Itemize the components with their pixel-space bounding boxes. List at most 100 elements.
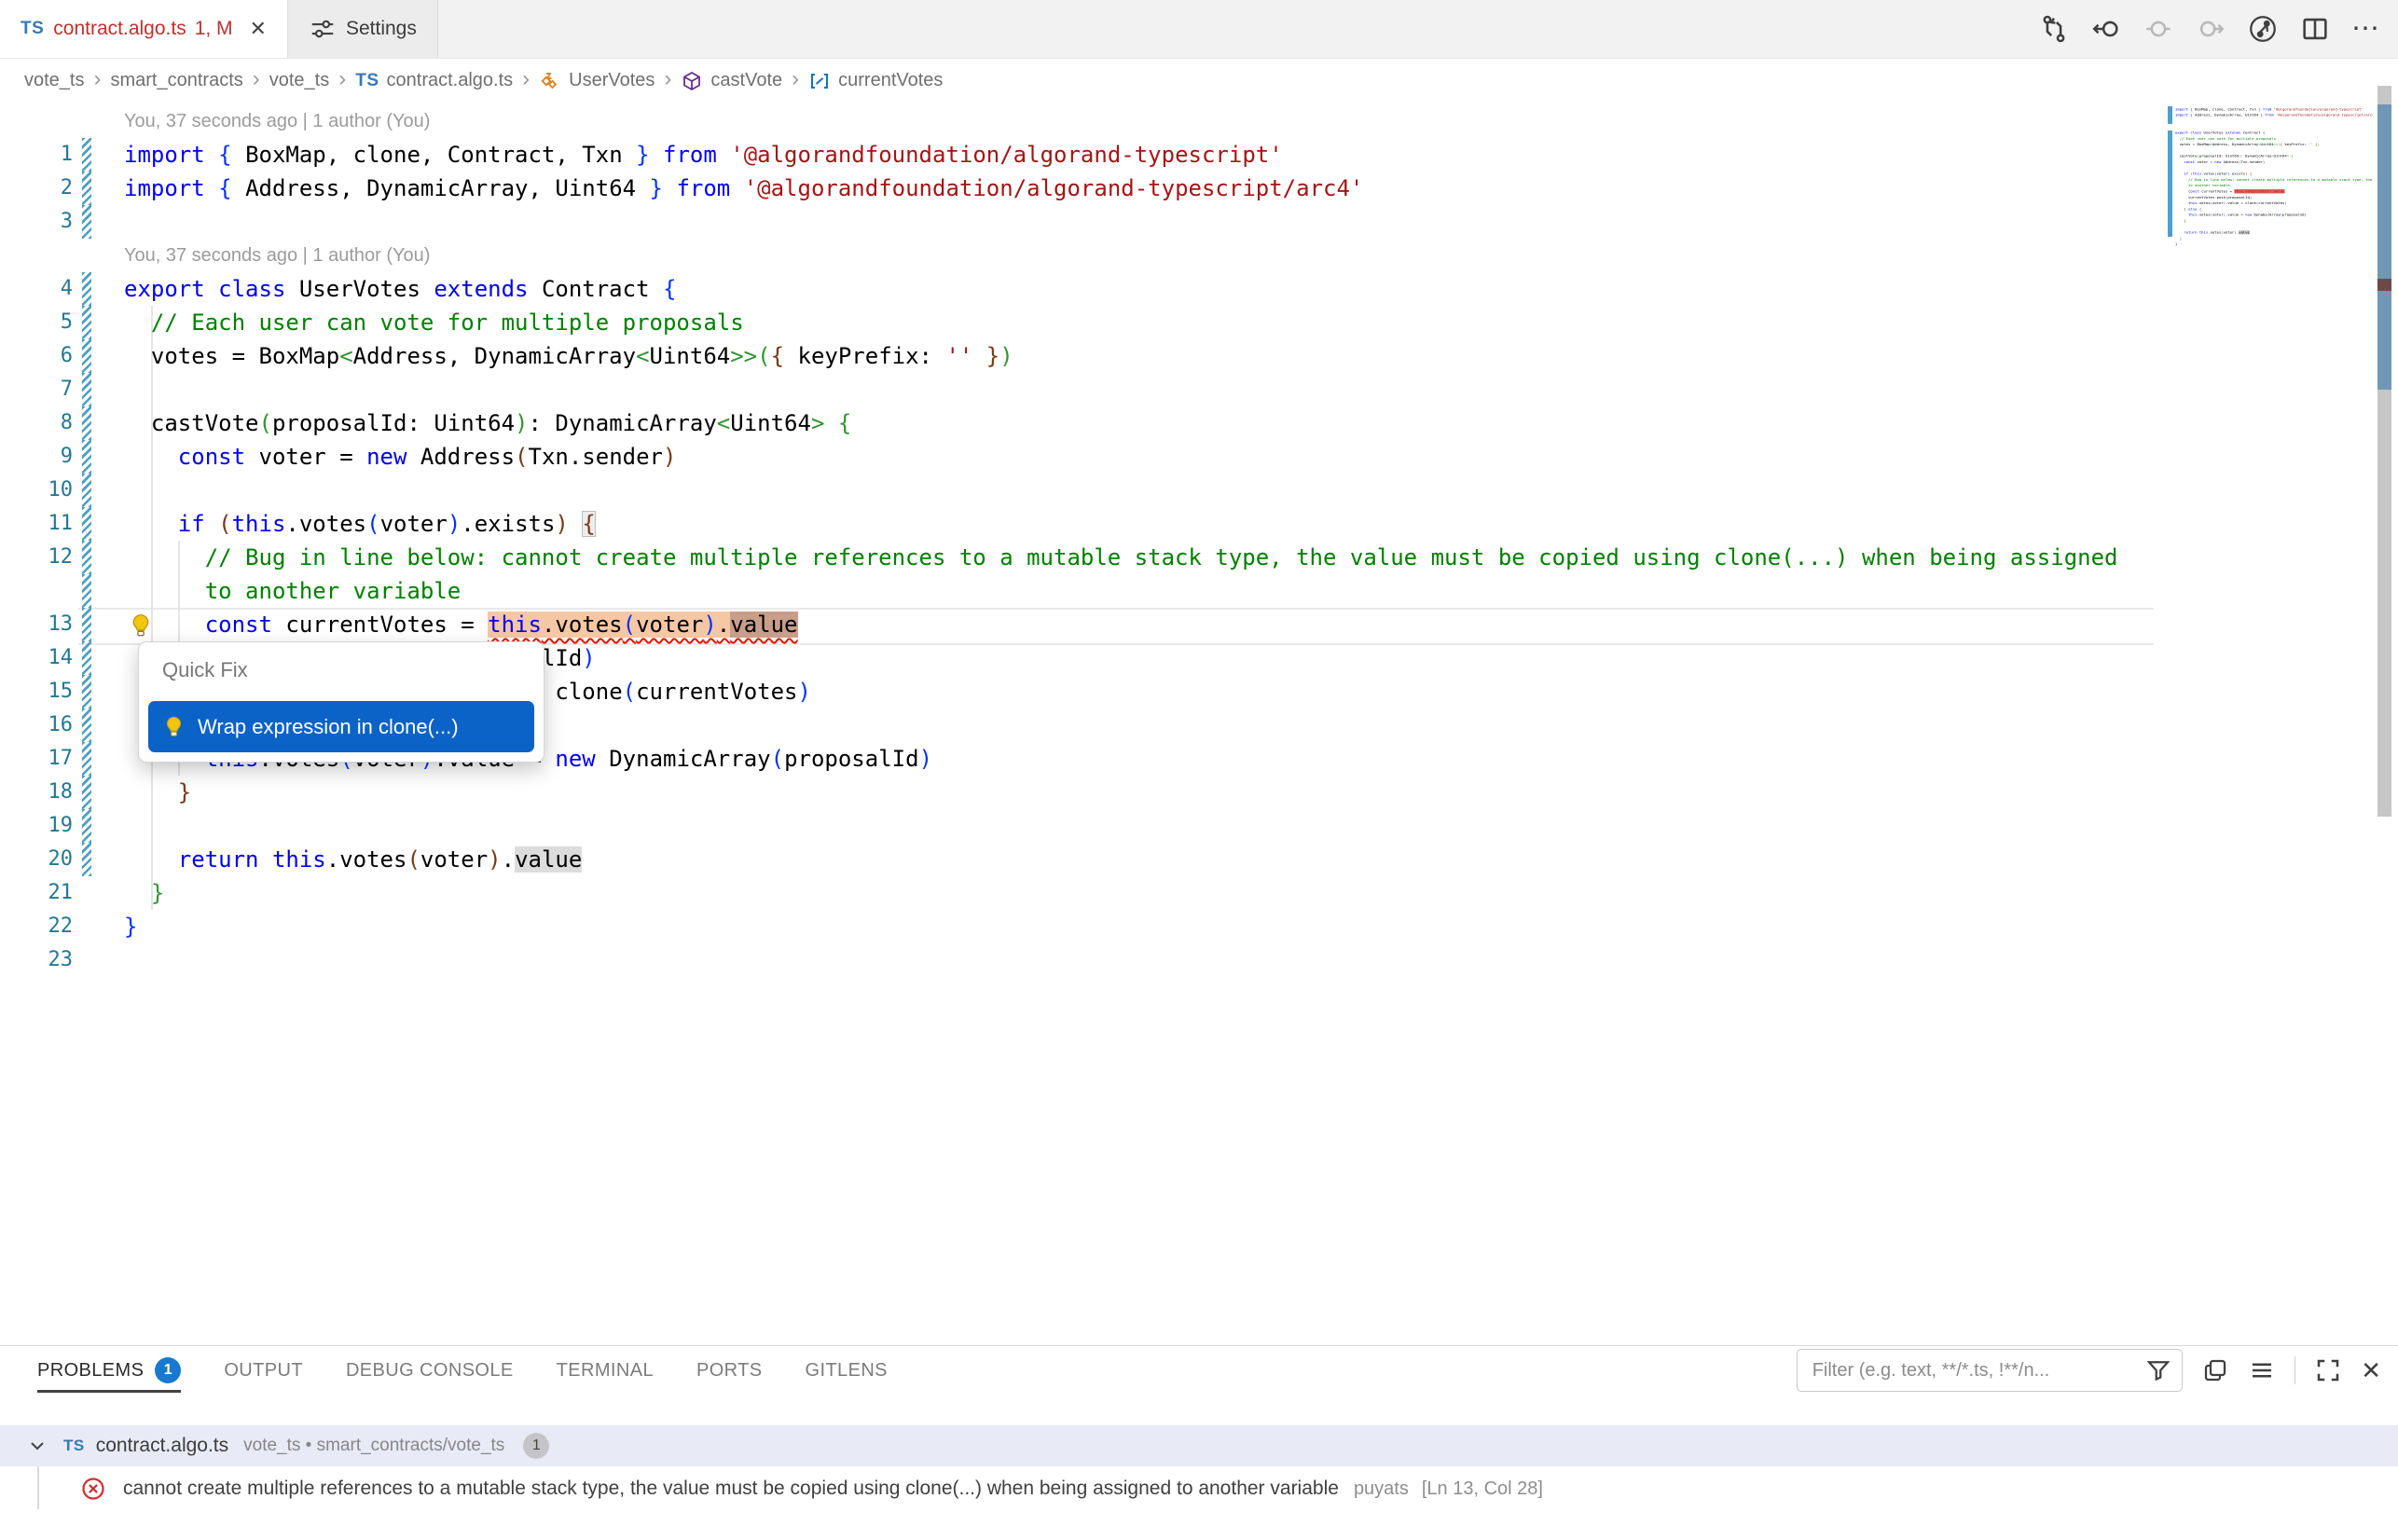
modified-gutter-indicator [82, 574, 91, 608]
tab-contract-algo-ts[interactable]: TS contract.algo.ts 1, M ✕ [0, 0, 288, 58]
close-panel-icon[interactable]: ✕ [2361, 1356, 2381, 1384]
line-number: 19 [0, 809, 73, 843]
tab-gitlens[interactable]: GITLENS [806, 1346, 888, 1395]
line-number: 3 [0, 205, 73, 239]
bottom-panel: PROBLEMS 1 OUTPUT DEBUG CONSOLE TERMINAL… [0, 1345, 2398, 1540]
line-number: 17 [0, 742, 73, 776]
scrollbar-slider[interactable] [2377, 104, 2391, 390]
minimap[interactable]: You, 37 seconds ago | 1 author (You)1imp… [2175, 101, 2373, 287]
code-line: 18 } [0, 776, 2172, 809]
panel-tab-bar: PROBLEMS 1 OUTPUT DEBUG CONSOLE TERMINAL… [37, 1346, 888, 1395]
settings-tab-label: Settings [346, 18, 417, 40]
tab-settings[interactable]: Settings [288, 0, 438, 58]
error-circle-icon [80, 1476, 106, 1502]
symbol-variable-icon [808, 70, 831, 92]
tab-ports[interactable]: PORTS [696, 1346, 763, 1395]
line-number: 16 [0, 708, 73, 742]
more-actions-icon[interactable]: ⋯ [2351, 13, 2381, 45]
breadcrumb-item[interactable]: vote_ts [269, 70, 329, 91]
split-editor-icon[interactable] [2299, 13, 2331, 45]
code-line: 8 castVote(proposalId: Uint64): DynamicA… [0, 406, 2172, 440]
code-lines: You, 37 seconds ago | 1 author (You)1imp… [0, 104, 2172, 977]
view-as-list-icon[interactable] [2248, 1356, 2276, 1384]
chevron-down-icon[interactable] [26, 1435, 48, 1457]
breadcrumb-item-file[interactable]: contract.algo.ts [387, 70, 514, 91]
breadcrumb-separator: › [93, 66, 101, 92]
breadcrumb-item[interactable]: vote_ts [24, 70, 84, 91]
minimap-modified-indicator [2168, 131, 2172, 237]
modified-gutter-indicator [82, 507, 91, 541]
file-problems-count-badge: 1 [523, 1433, 549, 1459]
problems-count-badge: 1 [155, 1357, 181, 1383]
modified-gutter-indicator [82, 708, 91, 742]
next-change-icon[interactable] [2195, 13, 2226, 45]
editor-tab-bar: TS contract.algo.ts 1, M ✕ Settings [0, 0, 2398, 59]
run-graph-icon[interactable] [2247, 13, 2279, 45]
code-line: 13 const currentVotes = this.votes(voter… [0, 608, 2172, 641]
filter-input[interactable] [1811, 1359, 2144, 1382]
filter-funnel-icon[interactable] [2144, 1356, 2172, 1384]
ts-file-icon: TS [21, 19, 44, 39]
tab-debug-console[interactable]: DEBUG CONSOLE [346, 1346, 514, 1395]
code-line: 10 [0, 474, 2172, 507]
previous-change-icon[interactable] [2143, 13, 2174, 45]
modified-gutter-indicator [82, 339, 91, 373]
modified-gutter-indicator [82, 776, 91, 809]
breadcrumb-item-class[interactable]: UserVotes [569, 70, 655, 91]
error-source: puyats [1354, 1478, 1409, 1500]
symbol-method-icon [681, 70, 703, 92]
code-line: 6 votes = BoxMap<Address, DynamicArray<U… [0, 339, 2172, 373]
line-number: 13 [0, 608, 73, 641]
open-changes-icon[interactable] [2038, 13, 2070, 45]
code-line: 21 } [0, 876, 2172, 910]
blame-annotation[interactable]: You, 37 seconds ago | 1 author (You) [0, 239, 2172, 272]
problems-error-row[interactable]: cannot create multiple references to a m… [0, 1466, 2398, 1511]
modified-gutter-indicator [82, 675, 91, 708]
tab-filename: contract.algo.ts [53, 18, 186, 40]
line-number: 10 [0, 474, 73, 507]
modified-gutter-indicator [82, 742, 91, 776]
modified-gutter-indicator [82, 172, 91, 205]
code-line: 11 if (this.votes(voter).exists) { [0, 507, 2172, 541]
code-line: 23 [2175, 247, 2373, 253]
code-line: 5 // Each user can vote for multiple pro… [0, 306, 2172, 339]
tab-output[interactable]: OUTPUT [224, 1346, 303, 1395]
line-number: 6 [0, 339, 73, 373]
clear-filters-icon[interactable] [2201, 1356, 2229, 1384]
code-line: 4export class UserVotes extends Contract… [0, 272, 2172, 306]
maximize-panel-icon[interactable] [2314, 1356, 2342, 1384]
lightbulb-icon [161, 714, 186, 739]
scrollbar-error-mark [2377, 279, 2391, 291]
line-number: 14 [0, 641, 73, 675]
quick-fix-popup: Quick Fix Wrap expression in clone(...) [138, 641, 544, 763]
code-line: 2import { Address, DynamicArray, Uint64 … [0, 172, 2172, 205]
line-number: 8 [0, 406, 73, 440]
line-number: 23 [0, 943, 73, 977]
tab-terminal[interactable]: TERMINAL [557, 1346, 654, 1395]
problems-file-name: contract.algo.ts [96, 1435, 228, 1457]
breadcrumb-item[interactable]: smart_contracts [110, 70, 242, 91]
line-number: 11 [0, 507, 73, 541]
close-tab-icon[interactable]: ✕ [250, 19, 267, 39]
lightbulb-icon[interactable] [127, 612, 155, 639]
error-location: [Ln 13, Col 28] [1422, 1478, 1543, 1500]
breadcrumb-item-variable[interactable]: currentVotes [838, 70, 943, 91]
blame-annotation[interactable]: You, 37 seconds ago | 1 author (You) [0, 104, 2172, 138]
line-number: 22 [0, 910, 73, 943]
code-line: 23 [0, 943, 2172, 977]
error-message: cannot create multiple references to a m… [123, 1478, 1339, 1500]
editor-toolbar: ⋯ [2038, 0, 2381, 58]
modified-gutter-indicator [82, 843, 91, 876]
modified-gutter-indicator [82, 440, 91, 474]
code-line: 19 [0, 809, 2172, 843]
tab-problems[interactable]: PROBLEMS 1 [37, 1346, 181, 1395]
go-back-icon[interactable] [2090, 13, 2122, 45]
problems-file-row[interactable]: TS contract.algo.ts vote_ts • smart_cont… [0, 1425, 2398, 1466]
code-line: to another variable [0, 574, 2172, 608]
quick-fix-action-wrap-in-clone[interactable]: Wrap expression in clone(...) [148, 701, 534, 752]
modified-gutter-indicator [82, 641, 91, 675]
modified-gutter-indicator [82, 541, 91, 574]
breadcrumb-item-method[interactable]: castVote [710, 70, 782, 91]
quick-fix-title: Quick Fix [162, 658, 544, 682]
modified-gutter-indicator [82, 373, 91, 406]
